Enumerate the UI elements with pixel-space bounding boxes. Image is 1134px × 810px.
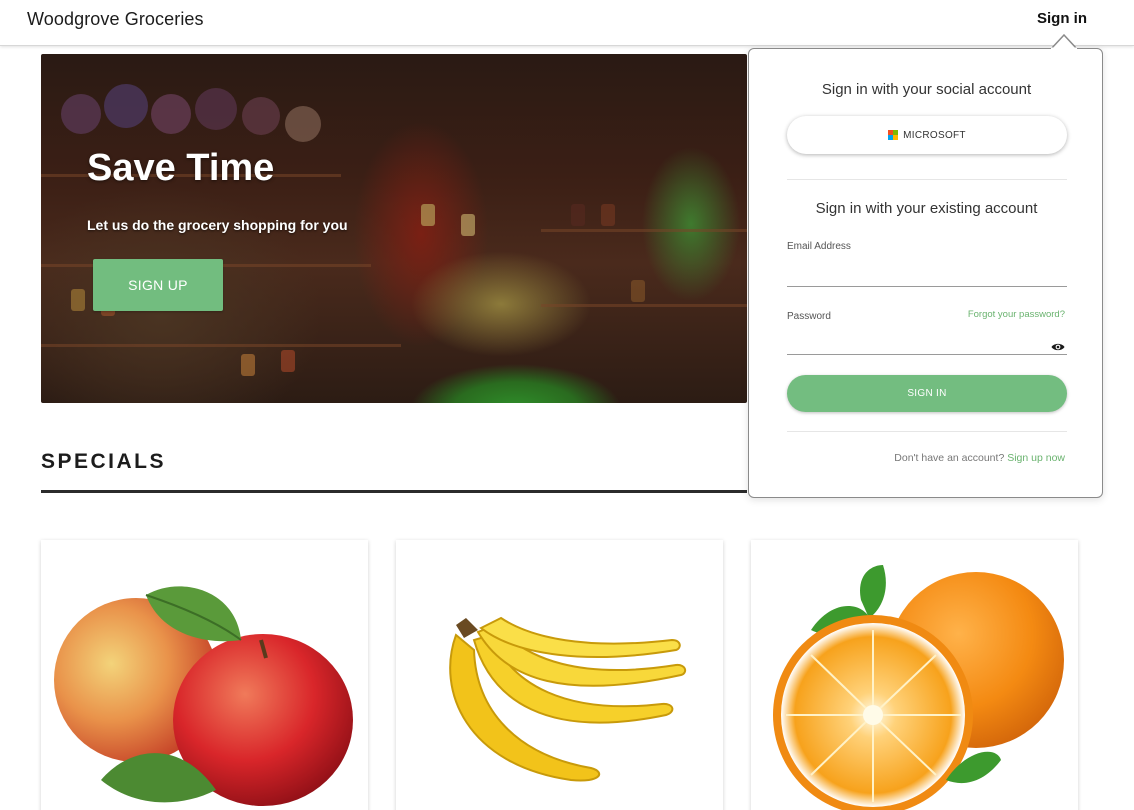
show-password-eye-icon[interactable] — [1051, 342, 1065, 352]
hero-jar-decoration — [461, 214, 475, 236]
product-card-apple[interactable] — [41, 540, 368, 810]
hero-jar-decoration — [631, 280, 645, 302]
sign-up-now-link[interactable]: Sign up now — [1007, 452, 1065, 464]
popover-caret — [1051, 34, 1077, 49]
social-account-heading: Sign in with your social account — [821, 81, 1032, 98]
forgot-password-link[interactable]: Forgot your password? — [968, 309, 1065, 320]
hero-sign-up-button[interactable]: SIGN UP — [93, 259, 223, 311]
sign-in-popover: Sign in with your social account MICROSO… — [748, 48, 1103, 498]
section-divider — [787, 431, 1067, 432]
brand-name[interactable]: Woodgrove Groceries — [27, 9, 204, 30]
hero-jar-decoration — [571, 204, 585, 226]
hero-shelf-decoration — [541, 229, 747, 232]
specials-heading: SPECIALS — [41, 450, 167, 473]
apple-image — [54, 586, 353, 806]
hero-jar-decoration — [421, 204, 435, 226]
hero-jar-decoration — [281, 350, 295, 372]
email-label: Email Address — [787, 241, 851, 252]
banana-image — [449, 616, 687, 782]
hero-jar-decoration — [241, 354, 255, 376]
orange-image — [773, 565, 1064, 810]
hero-jar-decoration — [601, 204, 615, 226]
microsoft-logo-icon — [888, 130, 899, 140]
product-card-orange[interactable] — [751, 540, 1078, 810]
password-field[interactable] — [787, 329, 1067, 355]
existing-account-heading: Sign in with your existing account — [815, 200, 1038, 217]
hero-banner: Save Time Let us do the grocery shopping… — [41, 54, 747, 403]
microsoft-sign-in-button[interactable]: MICROSOFT — [787, 116, 1067, 154]
no-account-text: Don't have an account? — [894, 452, 1005, 464]
email-field[interactable] — [787, 261, 1067, 287]
sign-in-submit-button[interactable]: SIGN IN — [787, 375, 1067, 412]
hero-title: Save Time — [87, 147, 275, 189]
microsoft-button-label: MICROSOFT — [903, 129, 966, 141]
hero-subtitle: Let us do the grocery shopping for you — [87, 217, 348, 233]
specials-divider — [41, 490, 747, 493]
hero-shelf-decoration — [541, 304, 747, 307]
hero-shelf-decoration — [41, 344, 401, 347]
top-navigation-bar: Woodgrove Groceries Sign in — [0, 0, 1134, 46]
sign-in-link[interactable]: Sign in — [1037, 10, 1087, 27]
section-divider — [787, 179, 1067, 180]
hero-jar-decoration — [71, 289, 85, 311]
sign-up-prompt: Don't have an account? Sign up now — [894, 452, 1065, 464]
password-label: Password — [787, 311, 831, 322]
product-card-banana[interactable] — [396, 540, 723, 810]
